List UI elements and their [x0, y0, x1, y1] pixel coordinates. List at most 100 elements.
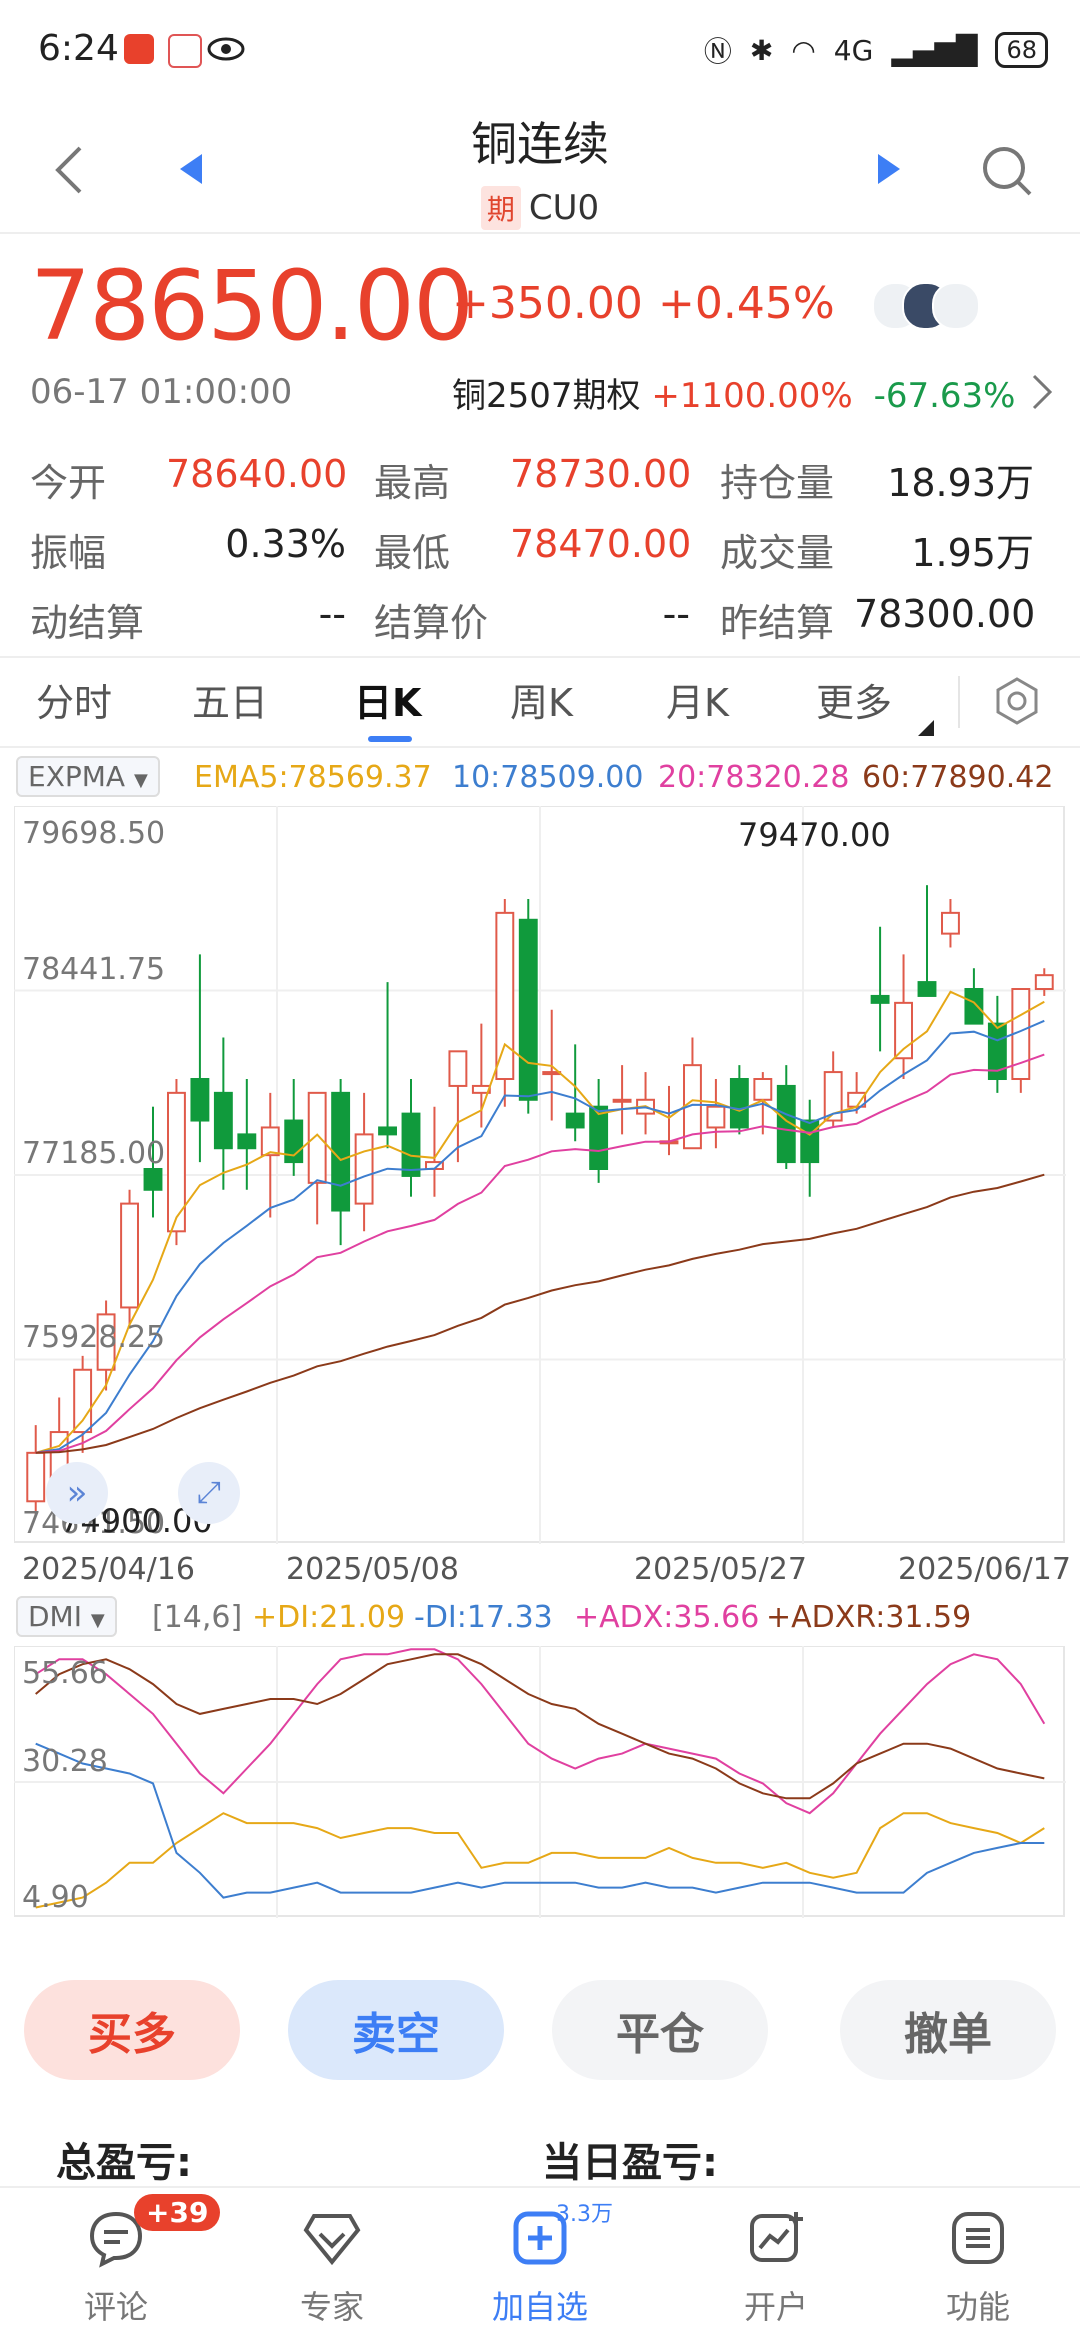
expand-left-icon[interactable]: » — [46, 1462, 108, 1524]
candle-body — [190, 1078, 210, 1122]
stat-label: 今开 — [30, 461, 107, 505]
avatar — [932, 282, 980, 330]
stat-value: 78470.00 — [510, 522, 692, 566]
candle-body — [331, 1091, 351, 1212]
option-down: -67.63% — [873, 376, 1016, 416]
candle-body — [589, 1105, 609, 1171]
candle-body — [706, 1105, 726, 1129]
candle-body — [237, 1133, 257, 1150]
status-time: 6:24 — [38, 28, 119, 69]
tab-more[interactable]: 更多 — [816, 672, 892, 727]
stat-value: 1.95万 — [911, 531, 1034, 575]
diamond-icon — [303, 2214, 361, 2266]
tab-daily-k[interactable]: 日K — [354, 672, 421, 727]
tab-monthly-k[interactable]: 月K — [666, 672, 729, 727]
candle-body — [495, 911, 515, 1081]
stat-value: 78730.00 — [510, 452, 692, 496]
futures-tag: 期 — [480, 186, 521, 230]
close-position-button[interactable]: 平仓 — [552, 1980, 768, 2080]
option-row[interactable]: 铜2507期权 +1100.00% -67.63% — [452, 368, 1015, 417]
divider — [958, 676, 960, 728]
dmi-selector[interactable]: DMI ▼ — [16, 1596, 117, 1637]
candle-body — [260, 1126, 280, 1157]
high-label: 79470.00 — [738, 816, 891, 854]
nav-functions[interactable]: 功能 — [898, 2186, 1058, 2340]
mail-app-icon — [168, 34, 202, 68]
nav-label: 专家 — [299, 2288, 364, 2326]
candle-body — [941, 911, 960, 935]
nav-experts[interactable]: 专家 — [252, 2186, 412, 2340]
cancel-order-button[interactable]: 撤单 — [840, 1980, 1056, 2080]
comment-badge: +39 — [134, 2194, 221, 2231]
candle-body — [917, 981, 937, 997]
fullscreen-icon[interactable]: ⤢ — [178, 1462, 240, 1524]
y-tick-label: 55.66 — [22, 1656, 108, 1691]
candle-body — [401, 1112, 421, 1177]
candle-body — [729, 1078, 749, 1129]
candle-body — [73, 1368, 93, 1434]
total-pnl-label: 总盈亏: — [56, 2140, 192, 2186]
divider — [0, 746, 1080, 748]
next-instrument-icon[interactable] — [876, 152, 902, 186]
stat-value: -- — [662, 592, 690, 636]
stat-label: 最高 — [374, 461, 451, 505]
expma-selector-label: EXPMA — [28, 760, 126, 793]
bluetooth-icon: ✱ — [749, 33, 774, 67]
notification-app-icon — [124, 34, 154, 64]
stat-value: 78640.00 — [166, 452, 348, 496]
stat-value: 18.93万 — [887, 461, 1034, 505]
kline-chart[interactable] — [14, 806, 1066, 1544]
nav-label: 功能 — [945, 2288, 1010, 2326]
dmi-pdi: +DI:21.09 — [252, 1600, 406, 1635]
tab-underline — [368, 736, 412, 742]
avatar-stack[interactable] — [872, 282, 982, 330]
watchlist-count-badge: 3.3万 — [556, 2202, 613, 2227]
signal-icon: ▂▄▆█ — [891, 33, 978, 67]
instrument-code: 期 CU0 — [0, 186, 1080, 230]
x-tick-label: 2025/04/16 — [22, 1552, 195, 1587]
ema60-value: 60:77890.42 — [862, 760, 1054, 795]
divider — [0, 232, 1080, 234]
tab-timeshare[interactable]: 分时 — [36, 672, 112, 727]
chevron-down-icon: ▼ — [90, 1610, 105, 1631]
candle-body — [753, 1078, 773, 1101]
status-bar: 6:24 Ⓝ ✱ ◠ 4G ▂▄▆█ 68 — [0, 0, 1080, 100]
x-tick-label: 2025/05/08 — [286, 1552, 459, 1587]
dmi-selector-label: DMI — [28, 1600, 82, 1633]
buy-long-button[interactable]: 买多 — [24, 1980, 240, 2080]
menu-icon — [952, 2212, 1004, 2264]
expma-selector[interactable]: EXPMA ▼ — [16, 756, 160, 797]
candle-body — [354, 1133, 374, 1205]
stat-label: 昨结算 — [720, 601, 835, 645]
ema20-value: 20:78320.28 — [658, 760, 850, 795]
stat-label: 成交量 — [720, 531, 835, 575]
price-change: +350.00 — [452, 278, 643, 329]
candle-body — [120, 1202, 139, 1309]
tab-weekly-k[interactable]: 周K — [510, 672, 573, 727]
ema10-value: 10:78509.00 — [452, 760, 644, 795]
chevron-right-icon[interactable] — [1030, 372, 1054, 412]
more-corner-icon — [918, 720, 934, 736]
candle-body — [26, 1451, 46, 1503]
y-tick-label: 78441.75 — [22, 952, 166, 987]
ema5-value: EMA5:78569.37 — [194, 760, 432, 795]
quote-time: 06-17 01:00:00 — [30, 372, 293, 412]
settings-icon[interactable] — [992, 676, 1042, 726]
candle-body — [448, 1050, 468, 1087]
stat-label: 结算价 — [374, 601, 489, 645]
code-text: CU0 — [528, 188, 600, 228]
y-tick-label: 4.90 — [22, 1880, 89, 1915]
divider — [0, 656, 1080, 658]
network-label: 4G — [833, 33, 874, 67]
sell-short-button[interactable]: 卖空 — [288, 1980, 504, 2080]
nav-open-account[interactable]: 开户 — [696, 2186, 856, 2340]
dmi-adxr: +ADXR:31.59 — [766, 1600, 972, 1635]
candle-body — [518, 918, 538, 1101]
candle-body — [143, 1168, 163, 1191]
dmi-mdi: -DI:17.33 — [414, 1600, 553, 1635]
y-tick-label: 79698.50 — [22, 816, 166, 851]
tab-five-day[interactable]: 五日 — [192, 672, 268, 727]
page-title: 铜连续 — [471, 117, 609, 171]
search-icon[interactable] — [980, 144, 1034, 198]
chevron-down-icon: ▼ — [133, 770, 148, 791]
